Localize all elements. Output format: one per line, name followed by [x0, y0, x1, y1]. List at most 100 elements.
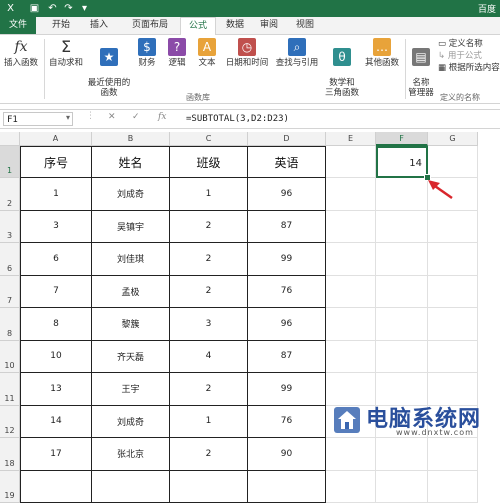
table-cell[interactable]: 1	[20, 178, 92, 211]
row-header-7[interactable]: 7	[0, 276, 20, 309]
tab-file[interactable]: 文件	[0, 17, 36, 34]
enter-icon[interactable]: ✓	[132, 112, 140, 122]
table-cell[interactable]: 96	[248, 178, 326, 211]
header-cell[interactable]: 班级	[170, 146, 248, 178]
cancel-icon[interactable]: ✕	[108, 112, 116, 122]
table-cell[interactable]	[248, 471, 326, 503]
grid-cell[interactable]	[376, 438, 428, 471]
tab-insert[interactable]: 插入	[84, 17, 114, 34]
table-cell[interactable]: 2	[170, 276, 248, 309]
lookup-reference-button[interactable]: ⌕ 查找与引用	[272, 38, 322, 68]
table-cell[interactable]	[20, 471, 92, 503]
grid-cell[interactable]	[326, 243, 376, 276]
define-name-button[interactable]: ▭ 定义名称	[438, 38, 500, 50]
table-cell[interactable]	[92, 471, 170, 503]
table-cell[interactable]: 黎簇	[92, 308, 170, 341]
table-cell[interactable]: 4	[170, 341, 248, 374]
grid-cell[interactable]	[326, 308, 376, 341]
grid-cell[interactable]	[376, 308, 428, 341]
table-cell[interactable]: 17	[20, 438, 92, 471]
column-header-b[interactable]: B	[92, 132, 170, 146]
grid-cell[interactable]	[326, 471, 376, 503]
grid-cell[interactable]	[326, 276, 376, 309]
header-cell[interactable]: 英语	[248, 146, 326, 178]
grid-cell[interactable]	[428, 146, 478, 178]
table-cell[interactable]: 7	[20, 276, 92, 309]
table-cell[interactable]: 6	[20, 243, 92, 276]
table-cell[interactable]: 2	[170, 211, 248, 244]
text-button[interactable]: A 文本	[194, 38, 220, 68]
redo-icon[interactable]: ↷	[62, 2, 75, 15]
use-in-formula-button[interactable]: ↳ 用于公式	[438, 50, 500, 62]
table-cell[interactable]: 76	[248, 276, 326, 309]
table-cell[interactable]: 2	[170, 373, 248, 406]
formula-input[interactable]: =SUBTOTAL(3,D2:D23)	[186, 113, 289, 125]
autosum-button[interactable]: Σ 自动求和	[47, 38, 85, 68]
table-cell[interactable]: 13	[20, 373, 92, 406]
grid-cell[interactable]	[326, 211, 376, 244]
row-header-1[interactable]: 1	[0, 146, 20, 178]
create-from-selection-button[interactable]: ▦ 根据所选内容创建	[438, 62, 500, 74]
table-cell[interactable]: 10	[20, 341, 92, 374]
column-header-e[interactable]: E	[326, 132, 376, 146]
more-functions-button[interactable]: … 其他函数	[362, 38, 402, 68]
active-cell-f1[interactable]: 14	[376, 146, 428, 178]
header-cell[interactable]: 姓名	[92, 146, 170, 178]
table-cell[interactable]: 99	[248, 243, 326, 276]
table-cell[interactable]: 1	[170, 178, 248, 211]
name-box-dropdown-icon[interactable]: ▾	[66, 113, 70, 122]
grid-cell[interactable]	[428, 276, 478, 309]
column-header-d[interactable]: D	[248, 132, 326, 146]
table-cell[interactable]: 吴镇宇	[92, 211, 170, 244]
table-cell[interactable]: 8	[20, 308, 92, 341]
column-header-c[interactable]: C	[170, 132, 248, 146]
table-cell[interactable]: 87	[248, 341, 326, 374]
grid-cell[interactable]	[326, 146, 376, 178]
table-cell[interactable]: 3	[170, 308, 248, 341]
save-icon[interactable]: ▣	[28, 2, 41, 15]
row-header-11[interactable]: 11	[0, 373, 20, 406]
undo-icon[interactable]: ↶	[46, 2, 59, 15]
grid-cell[interactable]	[376, 178, 428, 211]
table-cell[interactable]: 张北京	[92, 438, 170, 471]
grid-cell[interactable]	[428, 308, 478, 341]
grid-cell[interactable]	[326, 178, 376, 211]
grid-cell[interactable]	[326, 438, 376, 471]
insert-function-icon[interactable]: fx	[158, 112, 166, 122]
grid-cell[interactable]	[428, 243, 478, 276]
financial-button[interactable]: $ 财务	[134, 38, 160, 68]
table-cell[interactable]: 99	[248, 373, 326, 406]
table-cell[interactable]: 刘成奇	[92, 406, 170, 439]
grid-cell[interactable]	[326, 341, 376, 374]
math-trig-button[interactable]: θ 数学和 三角函数	[322, 38, 362, 108]
table-cell[interactable]: 齐天磊	[92, 341, 170, 374]
row-header-10[interactable]: 10	[0, 341, 20, 374]
grid-cell[interactable]	[376, 471, 428, 503]
table-cell[interactable]	[170, 471, 248, 503]
header-cell[interactable]: 序号	[20, 146, 92, 178]
tab-page-layout[interactable]: 页面布局	[122, 17, 178, 34]
table-cell[interactable]: 孟极	[92, 276, 170, 309]
column-header-g[interactable]: G	[428, 132, 478, 146]
row-header-8[interactable]: 8	[0, 308, 20, 341]
grid-cell[interactable]	[376, 243, 428, 276]
table-cell[interactable]: 90	[248, 438, 326, 471]
table-cell[interactable]: 76	[248, 406, 326, 439]
table-cell[interactable]: 2	[170, 438, 248, 471]
grid-cell[interactable]	[428, 341, 478, 374]
row-header-2[interactable]: 2	[0, 178, 20, 211]
name-manager-button[interactable]: ▤ 名称 管理器	[406, 38, 436, 108]
row-header-6[interactable]: 6	[0, 243, 20, 276]
recently-used-button[interactable]: ★ 最近使用的 函数	[86, 38, 132, 108]
customize-quick-access-icon[interactable]: ▾	[78, 2, 91, 15]
tab-formulas[interactable]: 公式	[180, 17, 216, 36]
table-cell[interactable]: 刘成奇	[92, 178, 170, 211]
table-cell[interactable]: 王宇	[92, 373, 170, 406]
tab-view[interactable]: 视图	[290, 17, 320, 34]
grid-cell[interactable]	[376, 341, 428, 374]
grid-cell[interactable]	[376, 211, 428, 244]
table-cell[interactable]: 96	[248, 308, 326, 341]
grid-cell[interactable]	[428, 438, 478, 471]
insert-function-button[interactable]: fx 插入函数	[2, 38, 40, 68]
grid-cell[interactable]	[428, 471, 478, 503]
